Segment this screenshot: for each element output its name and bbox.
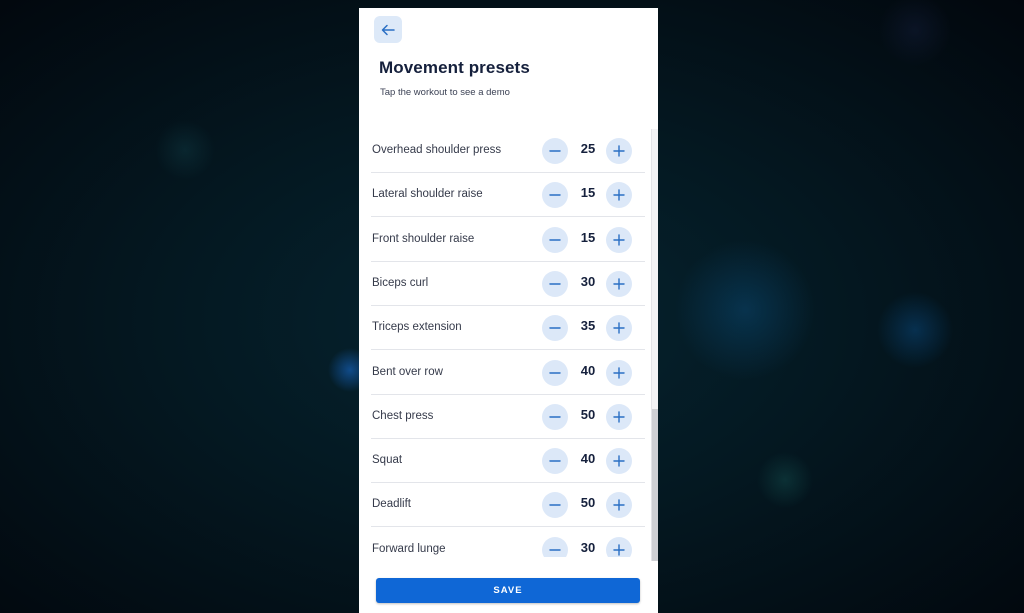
movement-value: 30 (580, 273, 596, 289)
page-title: Movement presets (379, 58, 530, 77)
back-button[interactable] (374, 16, 402, 43)
increment-button[interactable] (606, 492, 632, 519)
plus-icon (613, 322, 625, 334)
plus-icon (613, 145, 625, 157)
movement-row: Biceps curl 30 (371, 262, 645, 306)
movement-name[interactable]: Squat (372, 454, 402, 466)
movement-value: 30 (580, 539, 596, 555)
movement-name[interactable]: Lateral shoulder raise (372, 188, 483, 200)
minus-icon (549, 504, 561, 507)
minus-icon (549, 194, 561, 196)
movement-name[interactable]: Deadlift (372, 498, 411, 510)
movement-row: Bent over row 40 (371, 351, 645, 395)
decrement-button[interactable] (542, 492, 568, 519)
plus-icon (613, 278, 625, 290)
plus-icon (613, 233, 625, 246)
scrollbar[interactable] (651, 129, 658, 561)
increment-button[interactable] (606, 359, 632, 386)
minus-icon (549, 371, 561, 374)
decrement-button[interactable] (542, 182, 568, 209)
minus-icon (549, 150, 561, 152)
movement-row: Lateral shoulder raise 15 (371, 173, 645, 218)
movement-list[interactable]: Overhead shoulder press 25 Lateral shoul… (359, 129, 649, 557)
minus-icon (549, 460, 561, 462)
movement-value: 35 (580, 318, 596, 334)
movement-value: 40 (580, 451, 596, 467)
movement-name[interactable]: Front shoulder raise (372, 233, 474, 245)
movement-name[interactable]: Bent over row (372, 366, 443, 378)
movement-name[interactable]: Forward lunge (372, 543, 446, 555)
increment-button[interactable] (606, 138, 632, 164)
movement-value: 15 (580, 185, 596, 201)
movement-value: 25 (580, 141, 596, 156)
movement-value: 50 (580, 406, 596, 422)
plus-icon (613, 189, 625, 201)
movement-value: 15 (580, 229, 596, 245)
minus-icon (549, 238, 561, 241)
movement-value: 40 (580, 362, 596, 378)
increment-button[interactable] (606, 403, 632, 430)
movement-row: Squat 40 (371, 439, 645, 484)
page-subtitle: Tap the workout to see a demo (380, 87, 510, 98)
increment-button[interactable] (606, 448, 632, 475)
decrement-button[interactable] (542, 536, 568, 557)
increment-button[interactable] (606, 182, 632, 209)
increment-button[interactable] (606, 536, 632, 557)
save-button[interactable]: SAVE (376, 578, 640, 603)
arrow-left-icon (381, 24, 395, 35)
increment-button[interactable] (606, 315, 632, 342)
movement-name[interactable]: Triceps extension (372, 321, 462, 333)
movement-row: Front shoulder raise 15 (371, 218, 645, 262)
decrement-button[interactable] (542, 226, 568, 253)
movement-row: Triceps extension 35 (371, 306, 645, 351)
movement-row: Chest press 50 (371, 395, 645, 439)
movement-name[interactable]: Chest press (372, 410, 433, 422)
decrement-button[interactable] (542, 315, 568, 342)
movement-presets-panel: Movement presets Tap the workout to see … (359, 8, 658, 613)
scrollbar-thumb[interactable] (652, 409, 658, 561)
minus-icon (549, 548, 561, 551)
decrement-button[interactable] (542, 359, 568, 386)
plus-icon (613, 499, 625, 512)
decrement-button[interactable] (542, 448, 568, 475)
decrement-button[interactable] (542, 403, 568, 430)
decrement-button[interactable] (542, 270, 568, 297)
plus-icon (613, 455, 625, 467)
decrement-button[interactable] (542, 138, 568, 164)
movement-name[interactable]: Biceps curl (372, 277, 428, 289)
increment-button[interactable] (606, 226, 632, 253)
plus-icon (613, 366, 625, 379)
increment-button[interactable] (606, 270, 632, 297)
movement-row: Deadlift 50 (371, 483, 645, 528)
minus-icon (549, 283, 561, 285)
plus-icon (613, 411, 625, 423)
movement-name[interactable]: Overhead shoulder press (372, 144, 501, 156)
minus-icon (549, 327, 561, 329)
movement-row: Overhead shoulder press 25 (371, 129, 645, 173)
minus-icon (549, 416, 561, 418)
plus-icon (613, 543, 625, 556)
movement-row: Forward lunge 30 (371, 528, 645, 557)
movement-value: 50 (580, 495, 596, 511)
